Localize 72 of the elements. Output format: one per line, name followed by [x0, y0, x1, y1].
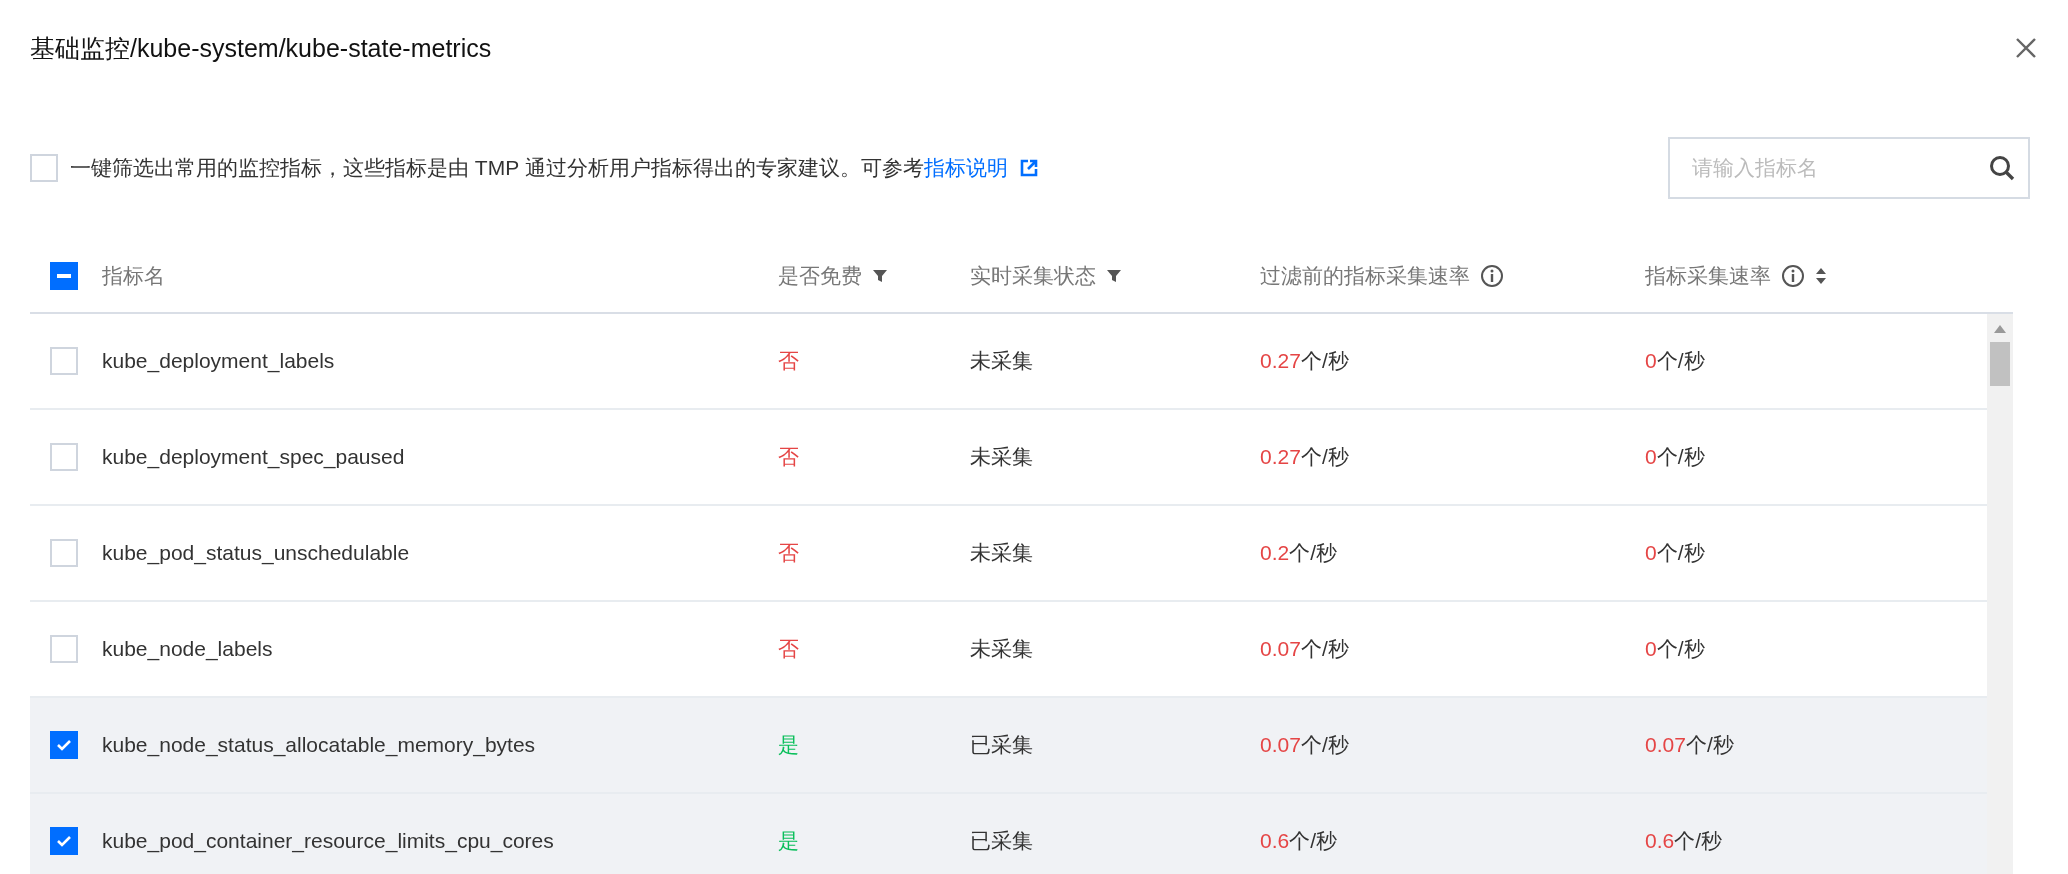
metric-name: kube_pod_status_unschedulable	[102, 541, 410, 565]
table-row[interactable]: kube_pod_container_resource_limits_cpu_cores 是 已采集 0.6个/秒 0.6个/秒	[30, 794, 1987, 874]
table-row[interactable]: kube_deployment_spec_paused 否 未采集 0.27个/秒 0个/秒	[30, 410, 1987, 506]
rate-value: 0	[1645, 541, 1657, 565]
table-row[interactable]: kube_node_status_allocatable_memory_bytes 是 已采集 0.07个/秒 0.07个/秒	[30, 698, 1987, 794]
metric-name: kube_deployment_labels	[102, 349, 335, 373]
info-icon[interactable]	[1480, 264, 1504, 288]
rate-unit: 个/秒	[1656, 348, 1705, 374]
rate-unit: 个/秒	[1300, 444, 1349, 470]
rate-unit: 个/秒	[1289, 540, 1338, 566]
info-icon[interactable]	[1781, 264, 1805, 288]
rate-value: 0	[1645, 637, 1657, 661]
rate-unit: 个/秒	[1656, 444, 1705, 470]
minus-icon	[57, 274, 71, 278]
filter-icon[interactable]	[872, 268, 888, 284]
metric-name: kube_pod_container_resource_limits_cpu_cores	[102, 829, 554, 853]
metric-name: kube_deployment_spec_paused	[102, 445, 405, 469]
rate-unit: 个/秒	[1300, 732, 1349, 758]
table-row[interactable]: kube_pod_status_unschedulable 否 未采集 0.2个/秒 0个/秒	[30, 506, 1987, 602]
free-status: 是	[778, 732, 799, 758]
external-link-icon	[1019, 159, 1038, 177]
collection-status: 未采集	[970, 636, 1033, 662]
rate-value: 0.6	[1645, 829, 1675, 853]
free-status: 是	[778, 828, 799, 854]
column-header: 实时采集状态	[970, 263, 1096, 289]
docs-link[interactable]: 指标说明	[923, 154, 1008, 182]
rate-unit: 个/秒	[1289, 828, 1338, 854]
rate-value: 0.2	[1260, 541, 1290, 565]
search-icon	[1988, 154, 2016, 182]
column-header: 指标名	[102, 263, 165, 289]
rate-unit: 个/秒	[1656, 636, 1705, 662]
rate-unit: 个/秒	[1674, 828, 1723, 854]
rate-unit: 个/秒	[1300, 348, 1349, 374]
metric-name: kube_node_status_allocatable_memory_bytes	[102, 733, 536, 757]
collection-status: 未采集	[970, 444, 1033, 470]
filter-icon[interactable]	[1106, 268, 1122, 284]
dialog-title: 基础监控/kube-system/kube-state-metrics	[30, 32, 492, 64]
column-header: 指标采集速率	[1645, 263, 1771, 289]
rate-value: 0.27	[1260, 445, 1301, 469]
table-row[interactable]: kube_deployment_labels 否 未采集 0.27个/秒 0个/秒	[30, 314, 1987, 410]
collection-status: 未采集	[970, 540, 1033, 566]
rate-value: 0.6	[1260, 829, 1290, 853]
scrollbar-thumb[interactable]	[1990, 342, 2010, 386]
search-field[interactable]: 请输入指标名	[1668, 137, 2030, 199]
collection-status: 已采集	[970, 828, 1033, 854]
rate-value: 0	[1645, 445, 1657, 469]
free-status: 否	[778, 636, 799, 662]
rate-value: 0.07	[1260, 733, 1301, 757]
scrollbar[interactable]	[1987, 314, 2013, 874]
collection-status: 已采集	[970, 732, 1033, 758]
rate-value: 0.07	[1645, 733, 1686, 757]
sort-icon[interactable]	[1815, 267, 1827, 285]
select-all-checkbox[interactable]	[50, 262, 78, 290]
checkbox[interactable]	[30, 154, 58, 182]
collection-status: 未采集	[970, 348, 1033, 374]
recommend-text: 一键筛选出常用的监控指标，这些指标是由 TMP 通过分析用户指标得出的专家建议。可参考	[70, 155, 924, 181]
rate-value: 0.27	[1260, 349, 1301, 373]
rate-unit: 个/秒	[1685, 732, 1734, 758]
rate-value: 0	[1645, 349, 1657, 373]
rate-value: 0.07	[1260, 637, 1301, 661]
rate-unit: 个/秒	[1656, 540, 1705, 566]
free-status: 否	[778, 348, 799, 374]
column-header: 过滤前的指标采集速率	[1260, 263, 1470, 289]
scroll-up-icon[interactable]	[1993, 324, 2007, 334]
row-checkbox[interactable]	[50, 827, 78, 855]
row-checkbox[interactable]	[50, 731, 78, 759]
metric-name: kube_node_labels	[102, 637, 273, 661]
free-status: 否	[778, 540, 799, 566]
column-header: 是否免费	[778, 263, 862, 289]
close-icon[interactable]	[2014, 36, 2038, 60]
rate-unit: 个/秒	[1300, 636, 1349, 662]
free-status: 否	[778, 444, 799, 470]
